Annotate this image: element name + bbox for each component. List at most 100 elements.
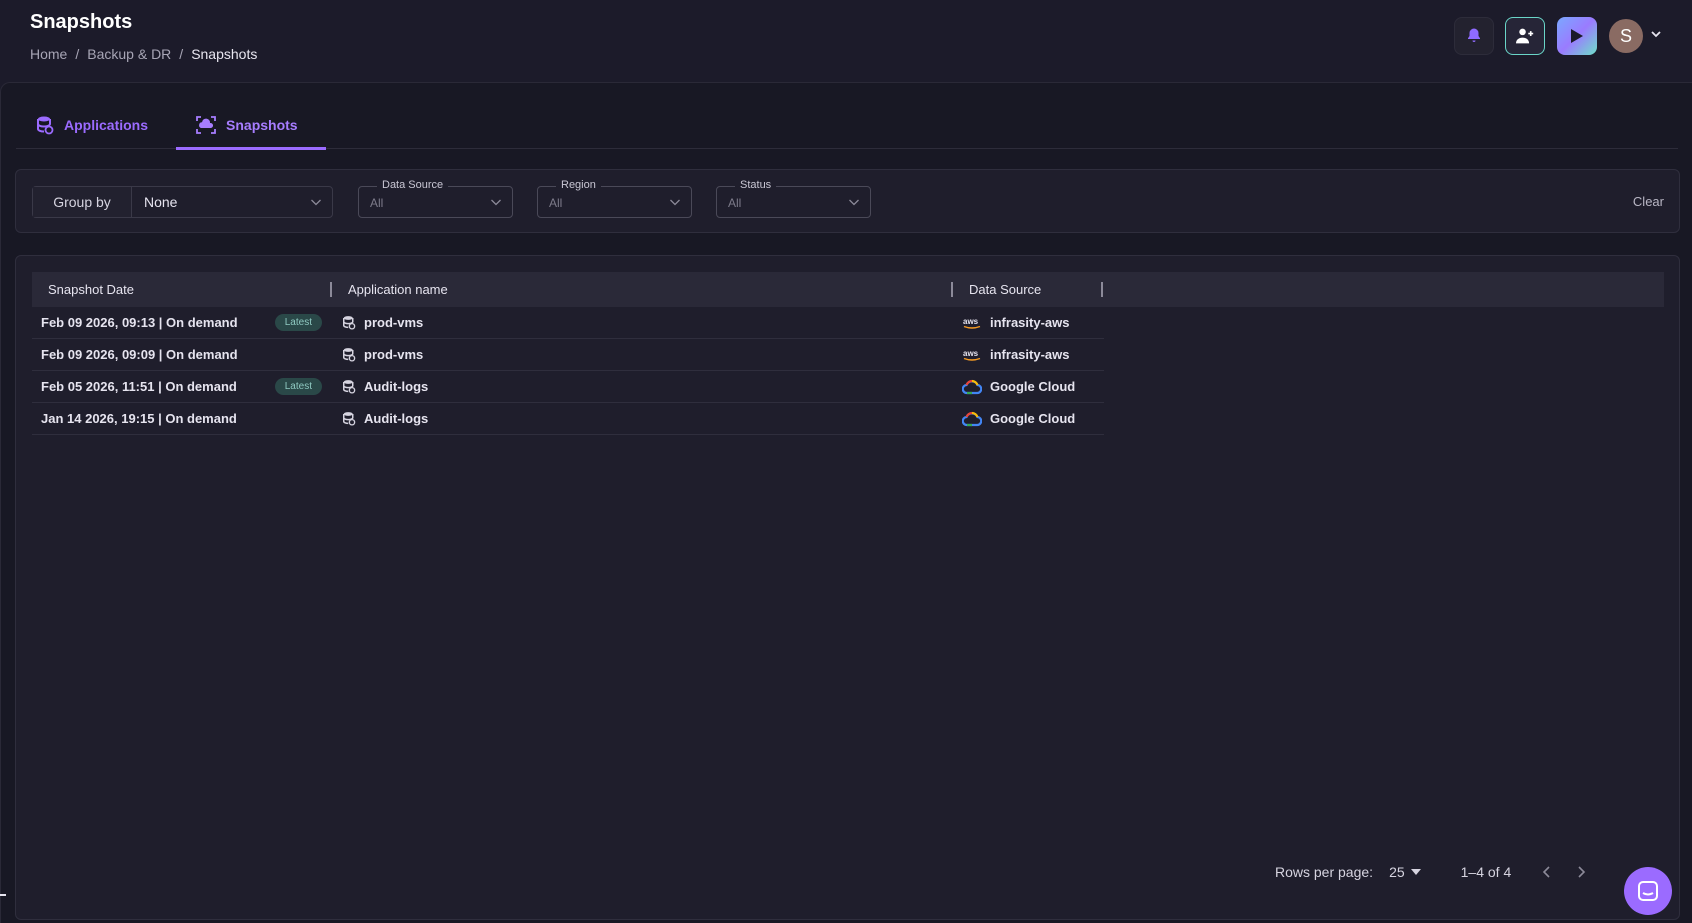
snapshot-date: Jan 14 2026, 19:15 | On demand bbox=[41, 411, 237, 426]
database-sync-icon bbox=[343, 380, 356, 394]
data-source-cell: aws infrasity-aws bbox=[952, 339, 1104, 370]
table-row[interactable]: Feb 09 2026, 09:09 | On demand prod-vms … bbox=[32, 339, 1104, 371]
table-body: Feb 09 2026, 09:13 | On demand Latest pr… bbox=[32, 307, 1104, 435]
column-label: Data Source bbox=[969, 282, 1042, 297]
application-name[interactable]: prod-vms bbox=[364, 315, 423, 330]
chevron-down-icon bbox=[311, 199, 321, 206]
tab-snapshots-label: Snapshots bbox=[226, 117, 298, 133]
chat-icon bbox=[1638, 881, 1658, 901]
status-select[interactable]: Status All bbox=[716, 179, 871, 218]
rows-per-page-select[interactable]: 25 bbox=[1389, 864, 1421, 880]
application-cell: prod-vms bbox=[332, 339, 952, 370]
application-name[interactable]: Audit-logs bbox=[364, 411, 428, 426]
add-user-icon bbox=[1516, 28, 1534, 44]
breadcrumb-current: Snapshots bbox=[191, 46, 258, 62]
latest-badge: Latest bbox=[274, 314, 322, 331]
aws-icon: aws bbox=[963, 349, 981, 361]
pagination-nav bbox=[1541, 865, 1587, 879]
svg-text:aws: aws bbox=[963, 317, 979, 326]
svg-text:aws: aws bbox=[963, 349, 979, 358]
database-sync-icon bbox=[37, 116, 54, 135]
breadcrumb-backup-dr[interactable]: Backup & DR bbox=[87, 46, 171, 62]
resize-handle bbox=[0, 894, 6, 896]
play-button[interactable] bbox=[1557, 17, 1597, 55]
column-header-data-source[interactable]: Data Source bbox=[953, 272, 1103, 307]
snapshot-date: Feb 09 2026, 09:13 | On demand bbox=[41, 315, 238, 330]
application-name[interactable]: Audit-logs bbox=[364, 379, 428, 394]
top-header: Snapshots Home / Backup & DR / Snapshots… bbox=[0, 0, 1692, 82]
table-row[interactable]: Feb 05 2026, 11:51 | On demand Latest Au… bbox=[32, 371, 1104, 403]
data-source-value: All bbox=[370, 196, 384, 210]
invite-user-button[interactable] bbox=[1505, 17, 1545, 55]
bell-icon bbox=[1468, 28, 1480, 42]
tab-snapshots[interactable]: Snapshots bbox=[176, 101, 326, 150]
application-cell: Audit-logs bbox=[332, 403, 952, 434]
status-label: Status bbox=[735, 179, 777, 191]
chevron-left-icon[interactable] bbox=[1541, 865, 1553, 879]
aws-icon: aws bbox=[963, 317, 981, 329]
status-value: All bbox=[728, 196, 742, 210]
cloud-snapshot-icon bbox=[196, 116, 216, 134]
group-by-label: Group by bbox=[33, 187, 132, 217]
breadcrumb-separator: / bbox=[75, 46, 80, 62]
data-source-cell: aws infrasity-aws bbox=[952, 307, 1104, 338]
pagination-range: 1–4 of 4 bbox=[1460, 864, 1512, 880]
chevron-right-icon[interactable] bbox=[1575, 865, 1587, 879]
data-source-name: infrasity-aws bbox=[990, 347, 1070, 362]
breadcrumb-separator: / bbox=[179, 46, 184, 62]
application-name[interactable]: prod-vms bbox=[364, 347, 423, 362]
column-header-snapshot-date[interactable]: Snapshot Date bbox=[32, 272, 332, 307]
column-header-application-name[interactable]: Application name bbox=[332, 272, 953, 307]
table-row[interactable]: Feb 09 2026, 09:13 | On demand Latest pr… bbox=[32, 307, 1104, 339]
breadcrumb: Home / Backup & DR / Snapshots bbox=[30, 46, 257, 62]
data-source-label: Data Source bbox=[377, 179, 449, 191]
breadcrumb-home[interactable]: Home bbox=[30, 46, 67, 62]
snapshot-date: Feb 09 2026, 09:09 | On demand bbox=[41, 347, 238, 362]
avatar[interactable]: S bbox=[1609, 19, 1643, 53]
tab-applications[interactable]: Applications bbox=[16, 101, 176, 149]
data-source-name: Google Cloud bbox=[990, 379, 1076, 394]
group-by-value[interactable]: None bbox=[132, 187, 332, 217]
group-by-selected: None bbox=[144, 194, 178, 210]
tab-bar: Applications Snapshots bbox=[16, 101, 1678, 150]
play-icon bbox=[1571, 29, 1583, 43]
pagination: Rows per page: 25 1–4 of 4 bbox=[1275, 862, 1587, 882]
region-select[interactable]: Region All bbox=[537, 179, 692, 218]
application-cell: prod-vms bbox=[332, 307, 952, 338]
caret-down-icon bbox=[1410, 869, 1421, 875]
filter-bar: Group by None Data Source All Region All… bbox=[15, 169, 1680, 233]
column-label: Snapshot Date bbox=[48, 282, 135, 297]
clear-filters-button[interactable]: Clear bbox=[1633, 194, 1664, 209]
chevron-down-icon bbox=[849, 199, 859, 206]
chevron-down-icon bbox=[491, 199, 501, 206]
main-panel: Applications Snapshots Group by None Dat… bbox=[0, 82, 1692, 923]
snapshot-date-cell: Jan 14 2026, 19:15 | On demand bbox=[32, 403, 332, 434]
database-sync-icon bbox=[343, 316, 356, 330]
data-source-select[interactable]: Data Source All bbox=[358, 179, 513, 218]
region-value: All bbox=[549, 196, 563, 210]
data-source-name: Google Cloud bbox=[990, 411, 1076, 426]
snapshot-date-cell: Feb 09 2026, 09:09 | On demand bbox=[32, 339, 332, 370]
database-sync-icon bbox=[343, 348, 356, 362]
snapshot-date-cell: Feb 05 2026, 11:51 | On demand Latest bbox=[32, 371, 332, 402]
region-label: Region bbox=[556, 179, 601, 191]
data-source-name: infrasity-aws bbox=[990, 315, 1070, 330]
chat-button[interactable] bbox=[1624, 867, 1672, 915]
chevron-down-icon bbox=[670, 199, 680, 206]
rows-per-page-label: Rows per page: bbox=[1275, 864, 1374, 880]
page-title: Snapshots bbox=[30, 11, 133, 33]
database-sync-icon bbox=[343, 412, 356, 426]
notifications-button[interactable] bbox=[1454, 17, 1494, 55]
google-cloud-icon bbox=[962, 411, 982, 426]
rows-per-page-value: 25 bbox=[1389, 864, 1405, 880]
application-cell: Audit-logs bbox=[332, 371, 952, 402]
chevron-down-icon[interactable] bbox=[1650, 28, 1662, 40]
group-by-select[interactable]: Group by None bbox=[32, 186, 333, 218]
google-cloud-icon bbox=[962, 379, 982, 394]
snapshot-date-cell: Feb 09 2026, 09:13 | On demand Latest bbox=[32, 307, 332, 338]
table-row[interactable]: Jan 14 2026, 19:15 | On demand Audit-log… bbox=[32, 403, 1104, 435]
snapshots-table-card: Snapshot Date Application name Data Sour… bbox=[15, 255, 1680, 920]
latest-badge: Latest bbox=[274, 378, 322, 395]
column-label: Application name bbox=[348, 282, 448, 297]
column-resize-handle[interactable] bbox=[1101, 282, 1103, 297]
